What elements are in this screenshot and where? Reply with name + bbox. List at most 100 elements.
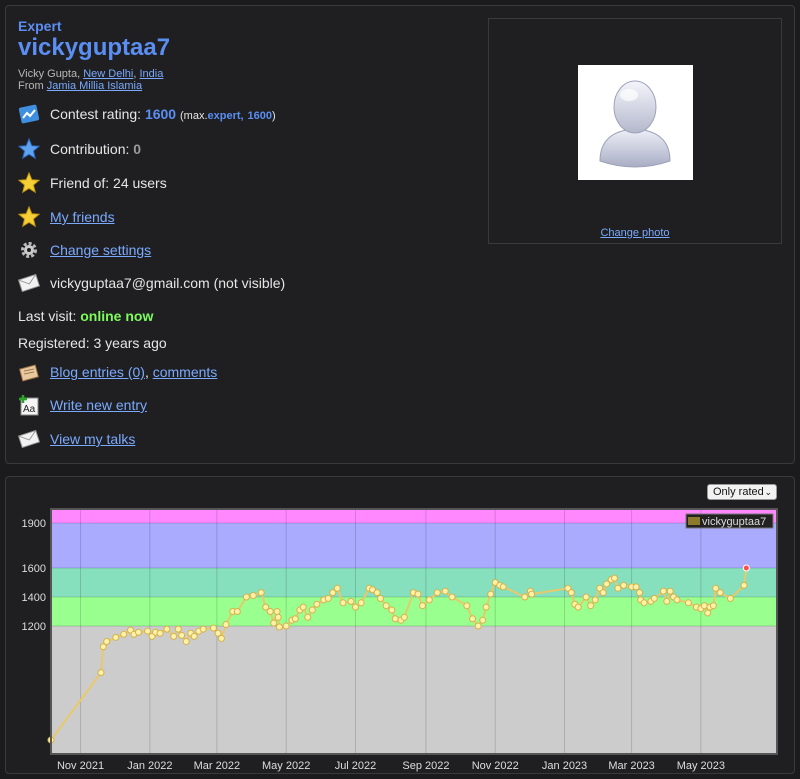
rating-point[interactable] [463,602,471,610]
rating-point[interactable] [479,616,487,624]
city-link[interactable]: New Delhi [83,68,133,80]
rating-point[interactable] [373,589,381,597]
rating-point[interactable] [134,628,142,636]
rating-point[interactable] [376,594,384,602]
rating-point[interactable] [414,590,422,598]
rating-point[interactable] [249,592,257,600]
rating-point[interactable] [233,608,241,615]
rating-point[interactable] [273,608,281,615]
rating-point[interactable] [222,621,230,629]
change-settings-link[interactable]: Change settings [50,242,151,258]
rating-point[interactable] [388,606,396,614]
rating-point[interactable] [620,581,628,589]
write-entry-link[interactable]: Write new entry [50,397,147,413]
change-photo-link[interactable]: Change photo [489,227,781,239]
rating-point[interactable] [313,600,321,608]
rating-point[interactable] [170,632,178,640]
rating-point[interactable] [97,669,105,677]
rating-point[interactable] [217,634,225,642]
rating-point[interactable] [351,603,359,611]
rating-point[interactable] [591,596,599,604]
rating-point[interactable] [419,602,427,610]
rating-point[interactable] [716,589,724,597]
rating-point[interactable] [144,627,152,635]
rating-point[interactable] [425,596,433,604]
user-handle[interactable]: vickyguptaa7 [18,34,170,62]
rating-point[interactable] [582,593,590,601]
rating-point[interactable] [650,594,658,602]
rating-point[interactable] [663,597,671,605]
svg-text:Aa: Aa [23,404,36,415]
rating-point[interactable] [270,619,278,627]
rating-point[interactable] [174,625,182,633]
rating-point[interactable] [308,606,316,614]
rating-point[interactable] [163,625,171,633]
rating-point[interactable] [304,613,312,621]
rating-point[interactable] [487,590,495,598]
rating-point[interactable] [599,589,607,597]
rating-point[interactable] [339,599,347,607]
rating-point[interactable] [156,629,164,637]
rating-point[interactable] [704,609,712,617]
comments-link[interactable]: comments [153,364,218,380]
rating-point[interactable] [499,583,507,591]
rating-point[interactable] [726,594,734,602]
graph-filter-select[interactable]: Only rated ⌄ [707,484,777,500]
rating-point[interactable] [299,603,307,611]
rating-point[interactable] [209,624,217,632]
legend: vickyguptaa7 [685,513,774,529]
rating-point[interactable] [700,602,708,610]
rating-point[interactable] [632,583,640,591]
rating-point[interactable] [740,581,748,589]
view-talks-link[interactable]: View my talks [50,431,135,447]
rating-point[interactable] [199,625,207,633]
rating-point[interactable] [178,631,186,639]
rating-point[interactable] [574,603,582,611]
rating-point[interactable] [275,623,283,631]
rating-point[interactable] [242,593,250,601]
rating-point[interactable] [528,590,536,598]
rating-point[interactable] [640,599,648,607]
blog-entries-link[interactable]: Blog entries (0) [50,364,145,380]
rating-point[interactable] [659,587,667,595]
rating-point[interactable] [120,630,128,638]
rating-point[interactable] [324,594,332,602]
rating-point[interactable] [190,632,198,640]
rating-point[interactable] [611,574,619,582]
rating-point[interactable] [441,587,449,595]
x-tick-label: Mar 2022 [194,760,240,772]
rating-point[interactable] [357,599,365,607]
my-friends-link[interactable]: My friends [50,209,115,225]
rating-point[interactable] [291,615,299,623]
rating-point[interactable] [614,584,622,592]
rating-point[interactable] [274,613,282,621]
rating-point[interactable] [282,622,290,630]
rating-point[interactable] [742,564,750,572]
rating-point[interactable] [469,615,477,623]
rating-point[interactable] [636,589,644,597]
rating-point[interactable] [182,638,190,646]
rating-point[interactable] [666,587,674,595]
rating-point[interactable] [448,593,456,601]
rating-point[interactable] [474,622,482,630]
rating-point[interactable] [709,602,717,610]
rating-point[interactable] [673,596,681,604]
rating-point[interactable] [257,589,265,597]
rating-point[interactable] [587,602,595,610]
rating-point[interactable] [521,593,529,601]
x-tick-label: Sep 2022 [402,760,449,772]
organization-link[interactable]: Jamia Millia Islamia [47,80,142,92]
rating-point[interactable] [684,599,692,607]
rating-point[interactable] [112,633,120,641]
rating-point[interactable] [400,613,408,621]
country-link[interactable]: India [140,68,164,80]
rating-point[interactable] [433,589,441,597]
rating-point[interactable] [567,589,575,597]
rating-point[interactable] [103,638,111,646]
rating-point[interactable] [482,603,490,611]
rating-point[interactable] [382,602,390,610]
rating-point[interactable] [266,608,274,615]
rating-point[interactable] [347,597,355,605]
rating-point[interactable] [333,584,341,592]
rating-point[interactable] [391,615,399,623]
